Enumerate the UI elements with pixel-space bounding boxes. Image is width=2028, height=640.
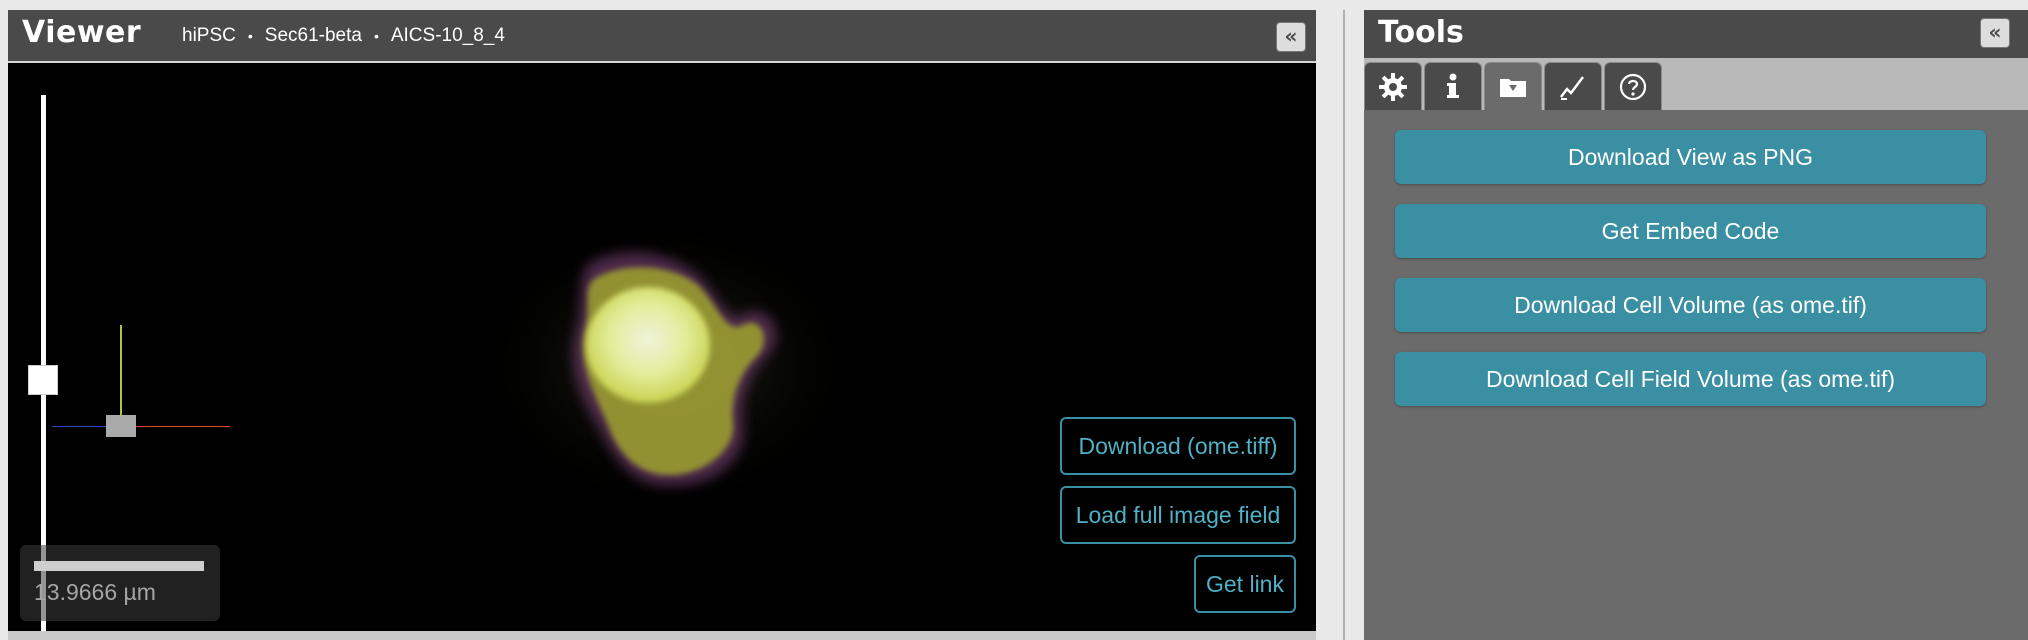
tools-tab-strip — [1364, 58, 2028, 110]
viewer-panel: Viewer hiPSC • Sec61-beta • AICS-10_8_4 … — [8, 10, 1316, 640]
tools-header: Tools « — [1364, 10, 2028, 58]
tools-title: Tools — [1378, 15, 1464, 50]
breadcrumb-item-protein: Sec61-beta — [264, 25, 362, 46]
tab-plot[interactable] — [1544, 62, 1602, 110]
viewer-collapse-button[interactable]: « — [1276, 22, 1306, 52]
download-ome-tiff-button[interactable]: Download (ome.tiff) — [1060, 417, 1296, 475]
viewer-bottom-bar — [8, 631, 1316, 640]
panel-divider[interactable] — [1343, 10, 1345, 640]
double-chevron-left-icon: « — [1988, 20, 2002, 44]
load-full-image-field-button[interactable]: Load full image field — [1060, 486, 1296, 544]
volume-canvas[interactable]: 13.9666 µm Download (ome.tiff) Load full… — [8, 65, 1316, 631]
get-embed-code-button[interactable]: Get Embed Code — [1395, 204, 1986, 258]
help-icon — [1619, 73, 1647, 100]
tab-settings[interactable] — [1364, 62, 1422, 110]
viewer-title: Viewer — [22, 15, 142, 50]
download-cell-volume-button[interactable]: Download Cell Volume (as ome.tif) — [1395, 278, 1986, 332]
tools-panel: Tools « Download View as PNG Get Embed C… — [1364, 10, 2028, 640]
viewer-header: Viewer hiPSC • Sec61-beta • AICS-10_8_4 … — [8, 10, 1316, 63]
chart-line-icon — [1560, 75, 1584, 100]
tab-info[interactable] — [1424, 62, 1482, 110]
download-folder-icon — [1500, 78, 1526, 97]
breadcrumb-item-cell-line: hiPSC — [182, 25, 236, 46]
breadcrumb-separator: • — [373, 28, 379, 44]
cell-volume-render — [468, 215, 868, 515]
info-icon — [1447, 73, 1459, 98]
breadcrumb-item-cell-id: AICS-10_8_4 — [390, 25, 505, 46]
download-view-png-button[interactable]: Download View as PNG — [1395, 130, 1986, 184]
tools-collapse-button[interactable]: « — [1980, 18, 2010, 48]
tab-download[interactable] — [1484, 62, 1542, 110]
get-link-button[interactable]: Get link — [1194, 555, 1296, 613]
axis-x-icon — [120, 426, 230, 427]
axis-origin-icon — [106, 415, 136, 437]
scale-bar-widget: 13.9666 µm — [20, 545, 220, 621]
breadcrumb: hiPSC • Sec61-beta • AICS-10_8_4 — [182, 25, 505, 47]
scale-bar-label: 13.9666 µm — [34, 579, 156, 605]
download-cell-field-volume-button[interactable]: Download Cell Field Volume (as ome.tif) — [1395, 352, 1986, 406]
z-slice-slider-thumb[interactable] — [28, 365, 58, 395]
app: Viewer hiPSC • Sec61-beta • AICS-10_8_4 … — [0, 0, 2028, 640]
scale-bar — [34, 561, 204, 571]
axis-y-icon — [120, 325, 122, 423]
gear-icon — [1379, 72, 1407, 101]
double-chevron-left-icon: « — [1284, 24, 1298, 48]
tab-help[interactable] — [1604, 62, 1662, 110]
breadcrumb-separator: • — [247, 28, 253, 44]
